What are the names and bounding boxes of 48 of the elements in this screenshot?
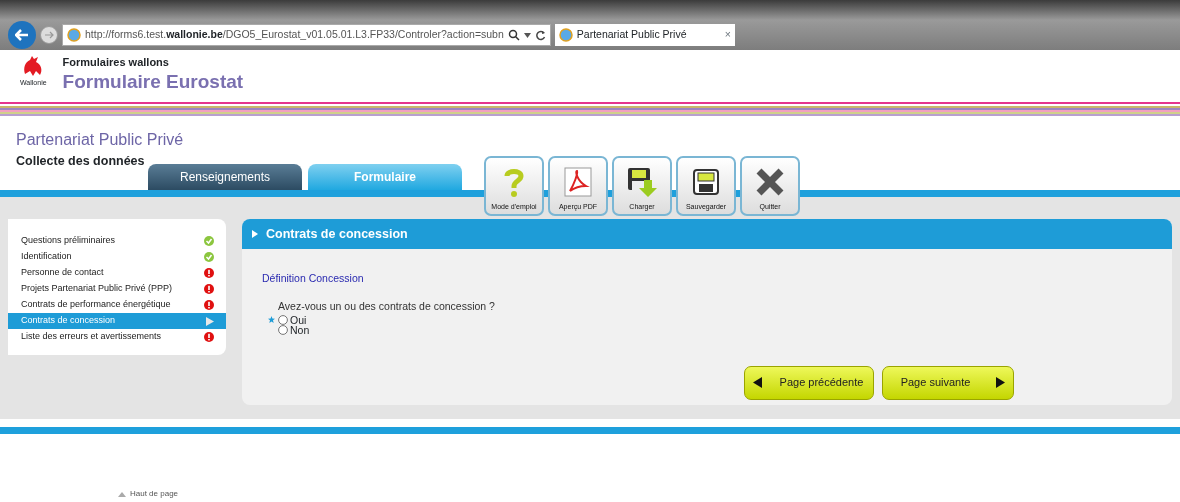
- sidebar-item[interactable]: Identification: [8, 249, 226, 265]
- page-subtitle: Collecte des données: [16, 153, 146, 170]
- check-circle-icon: [204, 236, 214, 246]
- tab-close-button[interactable]: ×: [724, 27, 731, 43]
- check-circle-icon: [204, 252, 214, 262]
- arrow-right-icon: [44, 31, 54, 39]
- refresh-icon: [534, 29, 546, 41]
- back-button[interactable]: [8, 21, 36, 49]
- floppy-download-icon: [626, 165, 658, 198]
- triangle-up-icon: [118, 491, 126, 497]
- exclamation-circle-icon: [204, 332, 214, 342]
- triangle-left-icon: [753, 377, 762, 388]
- play-arrow-icon: [206, 316, 214, 326]
- radio-label[interactable]: Oui: [290, 314, 307, 325]
- header-subtitle: Formulaires wallons: [62, 55, 170, 70]
- address-bar[interactable]: http://forms6.test.wallonie.be/DGO5_Eurostat_v01.05.01.L3.FP33/Controler?action=subn: [62, 24, 551, 46]
- forward-button[interactable]: [40, 26, 58, 44]
- triangle-right-icon: [996, 377, 1005, 388]
- pdf-document-icon: [562, 165, 594, 198]
- exclamation-circle-icon: [204, 300, 214, 310]
- definition-link[interactable]: Définition Concession: [262, 272, 364, 284]
- top-of-page-link[interactable]: Haut de page: [130, 488, 179, 500]
- form-tab[interactable]: Renseignements: [148, 164, 302, 190]
- url-text: http://forms6.test.wallonie.be/DGO5_Eurostat_v01.05.01.L3.FP33/Controler?action=subn: [85, 27, 504, 43]
- radio-label[interactable]: Non: [290, 325, 310, 336]
- sidebar-item[interactable]: Liste des erreurs et avertissements: [8, 329, 226, 345]
- browser-tab[interactable]: Partenariat Public Privé ×: [554, 24, 735, 46]
- exclamation-circle-icon: [204, 268, 214, 278]
- tab-title: Partenariat Public Privé: [576, 27, 688, 43]
- header-title: Formulaire Eurostat: [62, 70, 244, 94]
- arrow-left-icon: [15, 29, 29, 41]
- globe-icon: [558, 28, 573, 42]
- sidebar-item[interactable]: Projets Partenariat Public Privé (PPP): [8, 281, 226, 297]
- sidebar-item[interactable]: Contrats de performance énergétique: [8, 297, 226, 313]
- section-header: Contrats de concession: [242, 219, 1172, 249]
- exclamation-circle-icon: [204, 284, 214, 294]
- page-title: Partenariat Public Privé: [16, 130, 185, 150]
- caret-icon: [523, 32, 531, 38]
- radio-button[interactable]: [278, 314, 288, 325]
- sidebar-item[interactable]: Questions préliminaires: [8, 233, 226, 249]
- radio-button[interactable]: [278, 325, 288, 336]
- search-icon: [507, 29, 520, 41]
- play-arrow-icon: [252, 230, 258, 238]
- page-nav-button[interactable]: Page précédente: [744, 365, 874, 400]
- page-nav-button[interactable]: Page suivante: [882, 365, 1014, 400]
- sidebar-item[interactable]: Personne de contact: [8, 265, 226, 281]
- question-text: Avez-vous un ou des contrats de concession ?: [278, 298, 496, 314]
- globe-icon: [67, 28, 81, 42]
